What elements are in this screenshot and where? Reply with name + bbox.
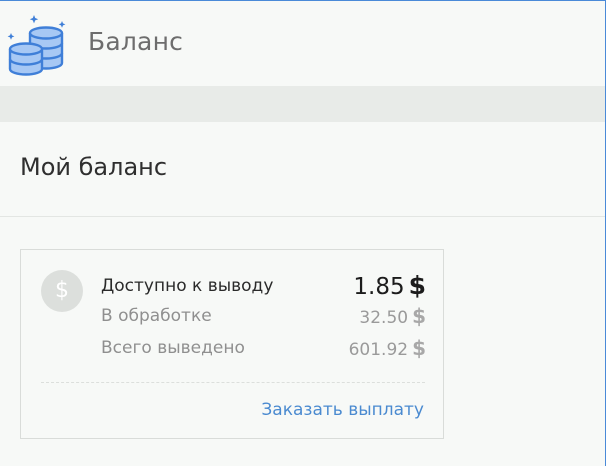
balance-card: $ Доступно к выводу 1.85 $ В обработке 32… — [20, 249, 444, 439]
card-dashed-divider — [41, 382, 425, 383]
withdrawn-currency: $ — [412, 336, 426, 360]
page-title: Мой баланс — [20, 153, 168, 181]
app-header: Баланс — [0, 1, 605, 86]
order-payout-link[interactable]: Заказать выплату — [261, 396, 424, 424]
header-title: Баланс — [88, 27, 184, 56]
balance-row-available: Доступно к выводу 1.85 $ — [101, 272, 426, 301]
available-currency: $ — [408, 271, 426, 300]
balance-row-withdrawn: Всего выведено 601.92 $ — [101, 334, 426, 362]
withdrawn-value: 601.92 — [348, 340, 409, 360]
available-value: 1.85 — [353, 274, 405, 300]
header-separator-band — [0, 86, 605, 122]
withdrawn-amount: 601.92 $ — [349, 334, 426, 364]
balance-row-processing: В обработке 32.50 $ — [101, 302, 426, 330]
app-frame: Баланс Мой баланс $ Доступно к выводу 1.… — [0, 0, 606, 466]
available-label: Доступно к выводу — [101, 276, 274, 296]
withdrawn-label: Всего выведено — [101, 338, 245, 358]
section-divider — [0, 216, 605, 217]
processing-amount: 32.50 $ — [359, 302, 426, 332]
coins-icon — [7, 15, 66, 76]
processing-currency: $ — [412, 304, 426, 328]
processing-label: В обработке — [101, 306, 212, 326]
available-amount: 1.85 $ — [353, 272, 426, 301]
processing-value: 32.50 — [359, 308, 409, 328]
dollar-coin-icon: $ — [41, 270, 83, 312]
